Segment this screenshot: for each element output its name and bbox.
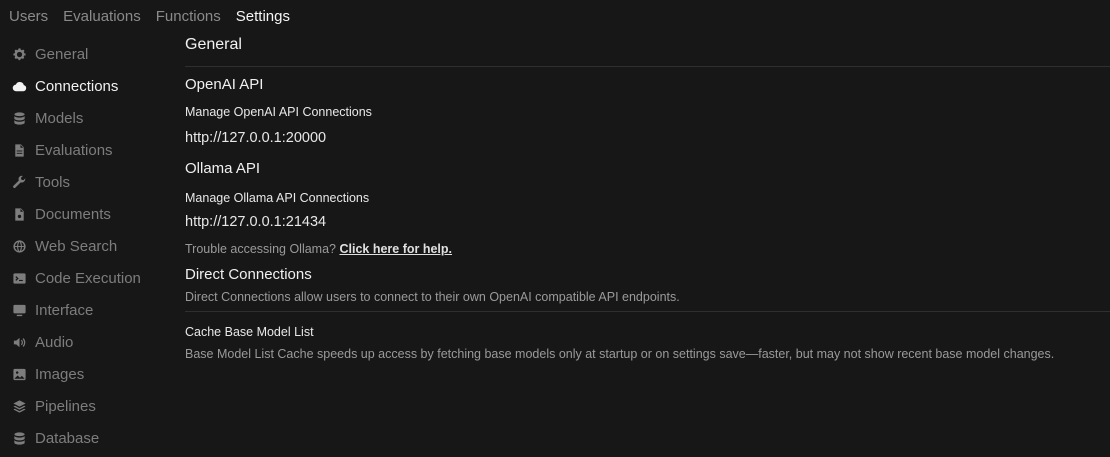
sidebar-item-label: Evaluations (35, 141, 113, 159)
top-tabs: Users Evaluations Functions Settings (9, 8, 290, 26)
sidebar-item-label: Web Search (35, 237, 118, 255)
admin-settings-page: Users Evaluations Functions Settings Gen… (0, 0, 1110, 457)
sidebar-item-label: Pipelines (35, 397, 96, 415)
database-icon (11, 110, 27, 126)
tab-users[interactable]: Users (9, 8, 48, 26)
tab-evaluations[interactable]: Evaluations (63, 8, 141, 26)
sidebar-item-general[interactable]: General (11, 38, 171, 70)
sidebar-item-label: Database (35, 429, 100, 447)
layers-icon (11, 398, 27, 414)
settings-content: General OpenAI API Manage OpenAI API Con… (185, 34, 1110, 361)
sidebar-item-database[interactable]: Database (11, 422, 171, 454)
wrench-icon (11, 174, 27, 190)
title-divider (185, 66, 1110, 67)
sidebar-item-tools[interactable]: Tools (11, 166, 171, 198)
direct-connections-description: Direct Connections allow users to connec… (185, 290, 680, 304)
ollama-manage-label: Manage Ollama API Connections (185, 191, 370, 205)
sidebar-item-images[interactable]: Images (11, 358, 171, 390)
gear-icon (11, 46, 27, 62)
sidebar-item-documents[interactable]: Documents (11, 198, 171, 230)
sidebar-item-label: Models (35, 109, 84, 127)
sidebar-item-evaluations[interactable]: Evaluations (11, 134, 171, 166)
ollama-url[interactable]: http://127.0.0.1:21434 (185, 213, 326, 231)
sidebar-item-models[interactable]: Models (11, 102, 171, 134)
document-icon (11, 206, 27, 222)
cache-model-list-description: Base Model List Cache speeds up access b… (185, 347, 1055, 361)
tab-functions[interactable]: Functions (156, 8, 221, 26)
sidebar-item-label: Images (35, 365, 85, 383)
sidebar-item-label: Documents (35, 205, 111, 223)
sidebar-item-label: Connections (35, 77, 119, 95)
sidebar-item-web-search[interactable]: Web Search (11, 230, 171, 262)
ollama-help-link[interactable]: Click here for help. (339, 242, 452, 256)
sidebar-item-label: Tools (35, 173, 71, 191)
sidebar-item-label: Code Execution (35, 269, 141, 287)
page-title: General (185, 36, 242, 53)
section-divider (185, 311, 1110, 312)
speaker-icon (11, 334, 27, 350)
openai-manage-label: Manage OpenAI API Connections (185, 105, 372, 119)
database-icon (11, 430, 27, 446)
openai-url[interactable]: http://127.0.0.1:20000 (185, 129, 326, 147)
tab-settings[interactable]: Settings (236, 8, 290, 26)
cloud-icon (11, 78, 27, 94)
sidebar-item-label: Audio (35, 333, 74, 351)
sidebar-item-connections[interactable]: Connections (11, 70, 171, 102)
settings-sidebar: General Connections Models Evaluations T… (11, 38, 171, 454)
document-icon (11, 142, 27, 158)
monitor-icon (11, 302, 27, 318)
sidebar-item-interface[interactable]: Interface (11, 294, 171, 326)
image-icon (11, 366, 27, 382)
sidebar-item-code-execution[interactable]: Code Execution (11, 262, 171, 294)
sidebar-item-audio[interactable]: Audio (11, 326, 171, 358)
openai-api-title: OpenAI API (185, 76, 264, 93)
globe-icon (11, 238, 27, 254)
ollama-api-title: Ollama API (185, 160, 261, 177)
sidebar-item-pipelines[interactable]: Pipelines (11, 390, 171, 422)
sidebar-item-label: Interface (35, 301, 94, 319)
direct-connections-title: Direct Connections (185, 266, 312, 283)
sidebar-item-label: General (35, 45, 89, 63)
terminal-icon (11, 270, 27, 286)
cache-model-list-title: Cache Base Model List (185, 325, 314, 339)
ollama-help: Trouble accessing Ollama? Click here for… (185, 241, 452, 257)
ollama-help-text: Trouble accessing Ollama? (185, 242, 336, 256)
